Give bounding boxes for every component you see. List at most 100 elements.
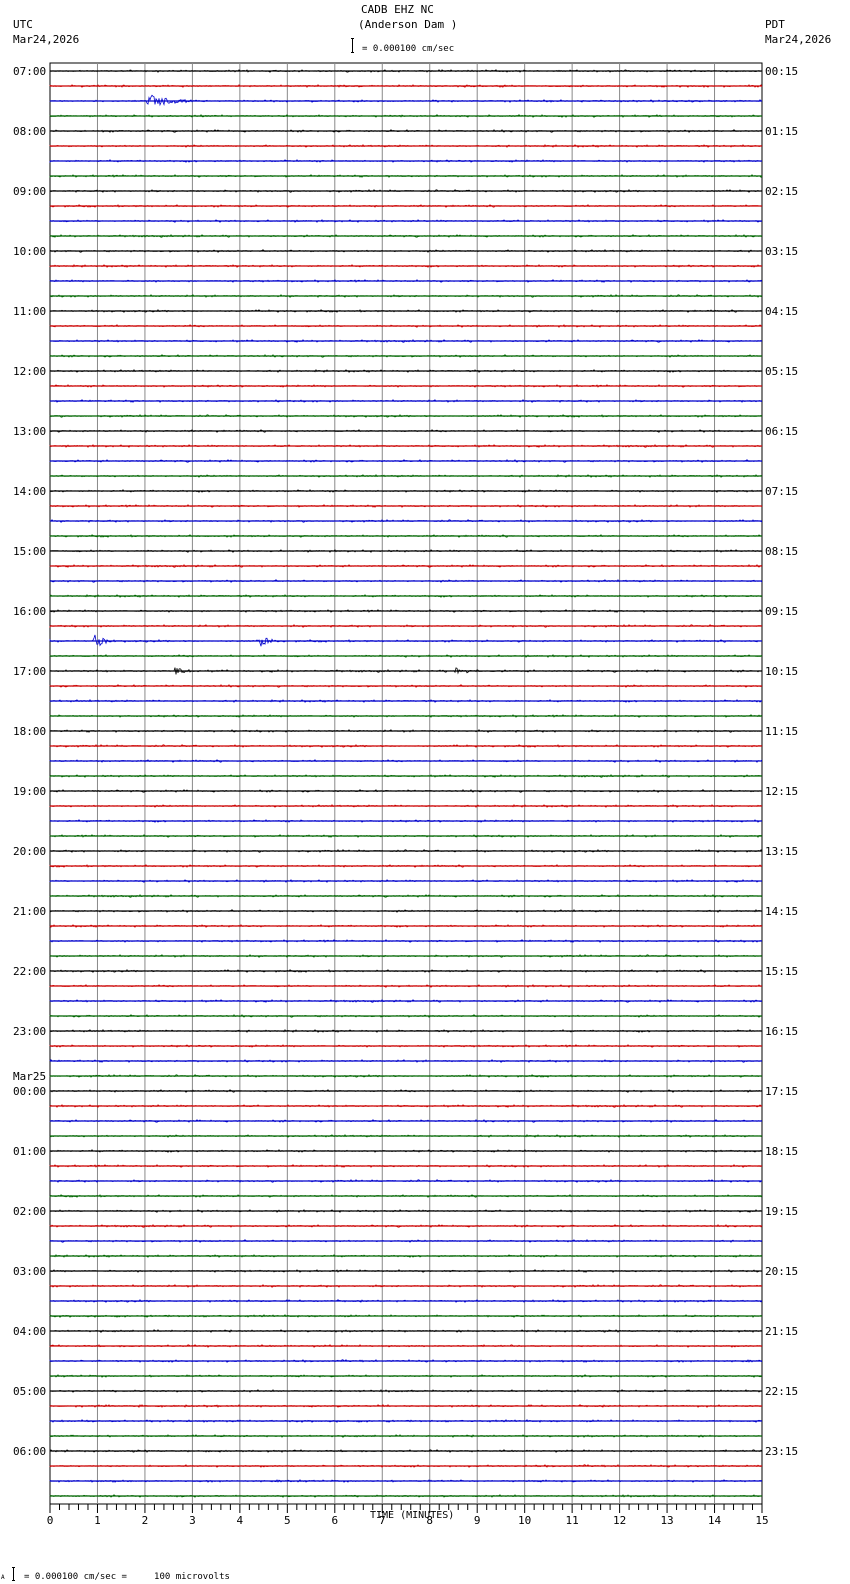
utc-hour-label: 03:00 [13,1265,46,1278]
seismic-trace [49,534,763,538]
x-tick-label: 6 [331,1514,338,1527]
seismic-trace [49,174,763,178]
seismic-trace [49,609,763,613]
x-tick-label: 5 [284,1514,291,1527]
local-hour-label: 00:15 [765,65,798,78]
local-hour-label: 05:15 [765,365,798,378]
seismic-trace [49,519,763,523]
seismic-trace [49,564,763,568]
seismic-trace [49,729,762,733]
seismic-trace [49,204,763,208]
seismic-trace [49,1344,763,1348]
seismic-trace [49,399,762,403]
local-hour-label: 15:15 [765,965,798,978]
seismic-trace [49,789,763,793]
seismic-trace [49,504,763,508]
x-tick-label: 10 [518,1514,531,1527]
seismic-trace [49,473,763,478]
utc-hour-label: 07:00 [13,65,46,78]
local-hour-label: 17:15 [765,1085,798,1098]
seismic-trace [49,624,763,628]
x-tick-label: 12 [613,1514,626,1527]
helicorder: CADB EHZ NC (Anderson Dam ) UTC Mar24,20… [0,0,850,1584]
utc-hour-label: 15:00 [13,545,46,558]
footer-scale-text: = 0.000100 cm/sec = 100 microvolts [24,1572,230,1582]
seismic-trace [49,459,763,463]
seismic-trace [49,219,763,223]
local-hour-label: 20:15 [765,1265,798,1278]
local-hour-label: 22:15 [765,1385,798,1398]
local-hour-label: 10:15 [765,665,798,678]
seismic-trace [49,1224,763,1228]
seismic-trace [49,1059,763,1063]
seismic-trace [49,1028,763,1033]
seismic-trace [49,414,763,418]
seismic-trace [49,1389,763,1393]
utc-hour-label: 02:00 [13,1205,46,1218]
seismic-trace [49,1314,763,1318]
seismic-trace [49,1359,763,1363]
seismic-trace [49,368,763,373]
seismic-trace [49,1284,763,1288]
seismic-trace [49,984,763,988]
x-tick-label: 4 [237,1514,244,1527]
local-hour-label: 06:15 [765,425,798,438]
local-hour-label: 18:15 [765,1145,798,1158]
x-tick-label: 0 [47,1514,54,1527]
utc-hour-label: 22:00 [13,965,46,978]
utc-hour-label: 04:00 [13,1325,46,1338]
utc-hour-label: 10:00 [13,245,46,258]
seismic-trace [49,1419,763,1423]
seismic-trace [49,1434,763,1438]
local-hour-label: 21:15 [765,1325,798,1338]
seismic-trace [49,143,763,148]
utc-hour-label: 12:00 [13,365,46,378]
local-hour-label: 14:15 [765,905,798,918]
x-tick-label: 3 [189,1514,196,1527]
x-tick-label: 1 [94,1514,101,1527]
utc-hour-label: 23:00 [13,1025,46,1038]
seismic-trace [49,908,763,914]
utc-hour-label: 14:00 [13,485,46,498]
utc-hour-label: 19:00 [13,785,46,798]
seismic-trace [49,1179,763,1183]
seismic-trace [49,384,763,388]
x-tick-label: 13 [660,1514,673,1527]
utc-hour-label: 18:00 [13,725,46,738]
seismic-trace [49,249,762,253]
utc-hour-label: 16:00 [13,605,46,618]
seismic-trace [49,549,763,553]
local-hour-label: 16:15 [765,1025,798,1038]
local-hour-label: 07:15 [765,485,798,498]
local-hour-label: 03:15 [765,245,798,258]
seismic-trace [49,1133,762,1138]
seismic-trace [49,1404,763,1409]
local-hour-label: 02:15 [765,185,798,198]
local-hour-label: 11:15 [765,725,798,738]
seismic-trace [49,294,763,298]
local-hour-label: 04:15 [765,305,798,318]
x-tick-label: 15 [755,1514,768,1527]
seismic-trace [49,279,763,283]
seismic-trace [49,1299,763,1303]
utc-hour-label: 17:00 [13,665,46,678]
seismic-trace [49,429,763,433]
seismic-trace [49,744,763,748]
seismic-trace [49,593,762,598]
seismic-trace [49,263,763,268]
utc-hour-label: 05:00 [13,1385,46,1398]
local-hour-label: 01:15 [765,125,798,138]
seismic-trace [49,94,763,107]
seismic-trace [49,1329,763,1333]
plot-frame [49,62,763,1505]
x-tick-label: 9 [474,1514,481,1527]
seismic-trace [49,1239,763,1243]
seismogram-plot: 07:00 08:00 09:00 10:00 11:00 12:00 13:00 14:00… [13,62,798,1527]
utc-hour-label: 09:00 [13,185,46,198]
footer-scale-bar-icon [12,1567,15,1581]
local-hour-label: 13:15 [765,845,798,858]
local-hour-label: 09:15 [765,605,798,618]
footer-scale-prefix: A [1,1574,5,1581]
seismic-trace [49,714,762,718]
seismic-trace [49,354,763,358]
